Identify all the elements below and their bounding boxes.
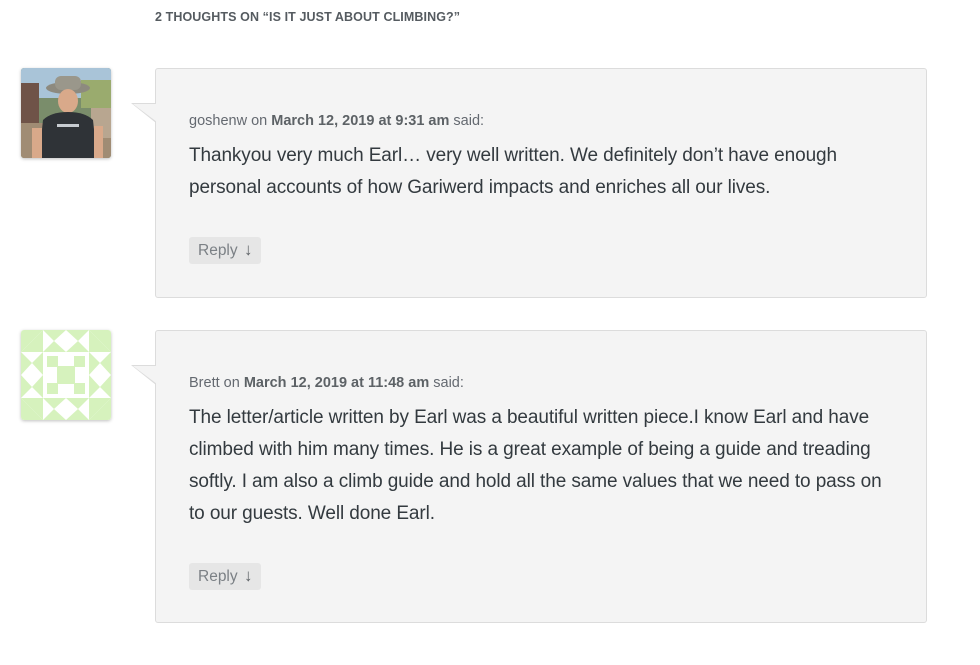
said-label: said: (433, 375, 464, 391)
arrow-down-icon: ↓ (243, 566, 253, 585)
arrow-down-icon: ↓ (243, 240, 253, 259)
on-label: on (251, 113, 268, 129)
said-label: said: (453, 113, 485, 129)
reply-button[interactable]: Reply ↓ (189, 237, 262, 264)
comment-date-link[interactable]: March 12, 2019 at 9:31 am (271, 113, 449, 129)
comments-title: 2 THOUGHTS ON “IS IT JUST ABOUT CLIMBING… (155, 10, 461, 24)
reply-button[interactable]: Reply ↓ (189, 563, 262, 590)
comment-text: Thankyou very much Earl… very well writt… (189, 145, 837, 198)
identicon-avatar-icon (21, 330, 111, 420)
comment-meta: goshenw on March 12, 2019 at 9:31 am sai… (189, 111, 893, 131)
comment-text: The letter/article written by Earl was a… (189, 407, 882, 524)
comment-date-link[interactable]: March 12, 2019 at 11:48 am (244, 375, 429, 391)
comment-body: Brett on March 12, 2019 at 11:48 am said… (131, 330, 927, 623)
reply-label: Reply (198, 568, 238, 585)
reply-label: Reply (198, 242, 238, 259)
comment-meta: Brett on March 12, 2019 at 11:48 am said… (189, 373, 893, 393)
comment-author[interactable]: goshenw (189, 113, 247, 129)
avatar[interactable] (21, 330, 111, 420)
comment-body: goshenw on March 12, 2019 at 9:31 am sai… (131, 68, 927, 298)
on-label: on (223, 375, 240, 391)
comment-author[interactable]: Brett (189, 375, 220, 391)
user-photo-avatar (21, 68, 111, 158)
avatar[interactable] (21, 68, 111, 158)
